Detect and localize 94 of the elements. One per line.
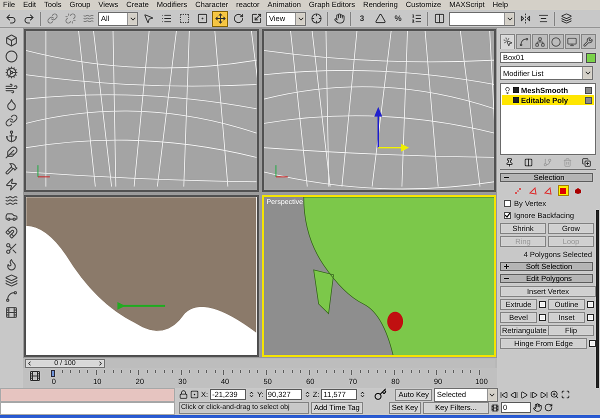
panel-tab[interactable]	[516, 34, 532, 49]
circle-icon	[551, 36, 562, 46]
key-mode-icon[interactable]	[491, 404, 499, 412]
magnet-icon[interactable]	[5, 226, 18, 239]
configure-icon[interactable]	[582, 158, 591, 166]
zoom-icon[interactable]	[550, 390, 559, 399]
square-icon	[585, 96, 592, 104]
lightbulb-icon[interactable]	[504, 86, 511, 94]
monitor-icon	[567, 36, 578, 46]
feather-icon[interactable]	[5, 146, 18, 159]
next-frame-icon[interactable]	[530, 390, 538, 398]
waves-icon[interactable]	[5, 194, 18, 207]
settings-button[interactable]	[589, 340, 596, 347]
panel-tab[interactable]	[532, 34, 548, 49]
curve-icon	[518, 36, 529, 46]
border-icon[interactable]	[542, 185, 554, 196]
flame-icon[interactable]	[5, 258, 18, 271]
percent-snap-button[interactable]: %	[390, 10, 406, 26]
wind-icon[interactable]	[5, 82, 18, 95]
spinner-icon[interactable]	[248, 391, 256, 398]
cursor-icon	[142, 13, 154, 24]
film-icon[interactable]	[5, 306, 18, 319]
link-icon	[46, 13, 58, 24]
checkbox[interactable]	[504, 212, 511, 219]
hierarchy-icon	[534, 36, 545, 46]
move-gizmo-drawing	[374, 106, 409, 152]
caret-icon	[584, 69, 592, 77]
transform-mode-icon[interactable]	[190, 390, 199, 399]
play-icon[interactable]	[520, 390, 528, 398]
pan-icon[interactable]	[533, 403, 542, 412]
undo-icon	[5, 12, 17, 24]
hand-icon	[334, 13, 344, 24]
panel-tab[interactable]	[580, 34, 596, 49]
orbit-icon[interactable]	[544, 403, 553, 412]
panel-tab[interactable]	[548, 34, 564, 49]
element-icon[interactable]	[572, 185, 584, 196]
gear-icon[interactable]	[5, 66, 18, 79]
rotate-icon	[232, 13, 244, 24]
align-icon	[538, 13, 548, 24]
vertex-icon[interactable]	[512, 185, 524, 196]
panel-tab[interactable]	[564, 34, 580, 49]
named-selection-dropdown[interactable]	[449, 12, 515, 26]
go-to-end-icon[interactable]	[540, 390, 548, 398]
redo-icon	[23, 12, 35, 24]
key-icon[interactable]	[374, 388, 388, 401]
edge-icon[interactable]	[528, 185, 538, 196]
object-color-swatch[interactable]	[586, 52, 596, 62]
viewport[interactable]	[24, 194, 258, 357]
link-icon[interactable]	[5, 114, 18, 127]
previous-frame-icon[interactable]	[510, 390, 518, 398]
layers-icon	[560, 13, 572, 24]
columns-icon[interactable]	[524, 158, 534, 166]
axis-tripod-icon	[274, 164, 288, 178]
script-output-field[interactable]	[0, 402, 175, 415]
columns-icon	[434, 13, 444, 24]
numbered-list-icon	[410, 13, 422, 24]
mirror-icon	[520, 13, 530, 24]
scale-icon	[250, 13, 262, 24]
polygon-icon[interactable]	[558, 185, 568, 196]
move-gizmo-drawing	[117, 302, 166, 310]
script-listener-field[interactable]	[0, 388, 175, 402]
triangle-icon	[374, 13, 386, 24]
go-to-start-icon[interactable]	[500, 390, 508, 398]
move-icon	[214, 13, 226, 24]
scissors-icon[interactable]	[5, 242, 18, 255]
circle-icon[interactable]	[5, 50, 18, 63]
curve-editor-icon[interactable]	[29, 370, 41, 382]
crosshair-icon	[310, 13, 322, 24]
axis-tripod-icon	[37, 164, 50, 178]
spinner-icon[interactable]	[304, 391, 311, 398]
checkbox[interactable]	[504, 200, 511, 207]
panel-tab[interactable]	[500, 34, 516, 49]
cursor-icon	[502, 37, 513, 47]
pin-icon[interactable]	[505, 158, 514, 166]
frame-marker[interactable]	[51, 370, 55, 377]
selected-polygon-drawing	[386, 311, 403, 331]
spinner-icon[interactable]	[359, 391, 366, 398]
wrench-icon	[583, 36, 594, 46]
waves-icon	[82, 13, 94, 24]
lightning-icon[interactable]	[5, 178, 18, 191]
spline-icon[interactable]	[5, 290, 18, 303]
scrollbar[interactable]	[596, 210, 599, 388]
snap-toggle-button[interactable]: 3	[354, 10, 370, 26]
square-icon	[585, 86, 592, 94]
hammer-icon[interactable]	[5, 162, 18, 175]
anchor-icon[interactable]	[5, 130, 18, 143]
unlink-icon	[64, 13, 76, 24]
move-button[interactable]	[212, 10, 228, 26]
maximize-icon[interactable]	[560, 390, 570, 399]
lock-icon[interactable]	[179, 390, 188, 399]
layers-icon[interactable]	[5, 274, 18, 287]
dashed-square-icon	[178, 13, 190, 24]
box-icon[interactable]	[5, 34, 18, 47]
droplet-icon[interactable]	[5, 98, 18, 111]
